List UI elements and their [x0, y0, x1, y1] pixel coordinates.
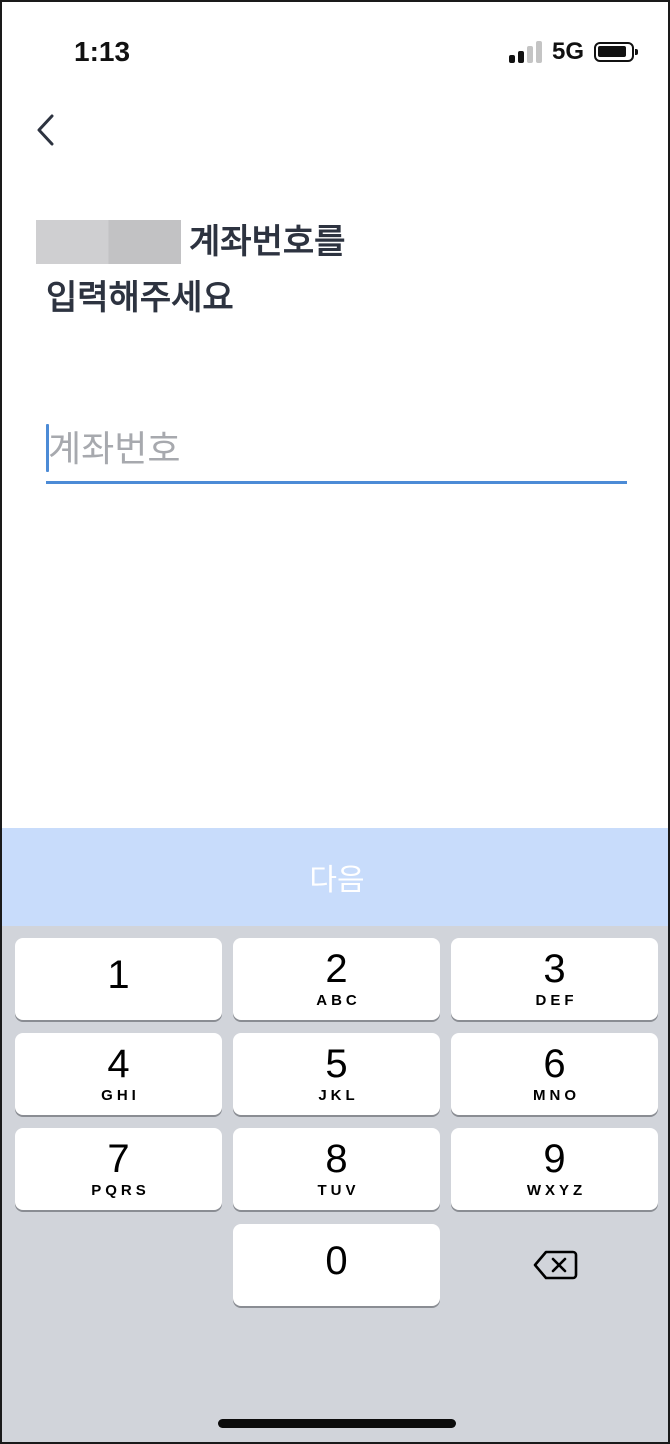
battery-icon — [594, 42, 638, 62]
key-number: 0 — [325, 1239, 348, 1283]
key-letters: PQRS — [91, 1182, 150, 1199]
status-time: 1:13 — [74, 36, 131, 67]
key-3[interactable]: 3 DEF — [451, 938, 658, 1020]
phone-screen: 1:13 5G 계좌번호를 입력해주세요 다음 1 — [0, 0, 670, 1444]
key-2[interactable]: 2 ABC — [233, 938, 440, 1020]
key-number: 3 — [543, 947, 566, 991]
key-4[interactable]: 4 GHI — [15, 1033, 222, 1115]
key-number: 9 — [543, 1137, 566, 1181]
key-6[interactable]: 6 MNO — [451, 1033, 658, 1115]
key-letters: TUV — [317, 1182, 360, 1199]
home-indicator[interactable] — [218, 1419, 456, 1428]
key-letters: WXYZ — [526, 1182, 587, 1199]
key-number: 1 — [107, 953, 130, 997]
key-number: 2 — [325, 947, 348, 991]
status-indicators: 5G — [508, 38, 638, 66]
account-number-input[interactable] — [48, 420, 618, 478]
delete-key[interactable] — [451, 1224, 658, 1306]
redacted-bank-name — [36, 220, 181, 264]
key-8[interactable]: 8 TUV — [233, 1128, 440, 1210]
key-number: 4 — [107, 1042, 130, 1086]
next-button[interactable]: 다음 — [2, 828, 668, 926]
chevron-left-icon — [37, 114, 54, 146]
key-5[interactable]: 5 JKL — [233, 1033, 440, 1115]
back-button[interactable] — [26, 104, 70, 154]
network-type: 5G — [551, 38, 584, 65]
key-number: 6 — [543, 1042, 566, 1086]
page-title: 계좌번호를 입력해주세요 — [36, 214, 636, 326]
key-number: 7 — [107, 1137, 130, 1181]
key-number: 8 — [325, 1137, 348, 1181]
key-number: 5 — [325, 1042, 348, 1086]
key-1[interactable]: 1 — [15, 938, 222, 1020]
key-9[interactable]: 9 WXYZ — [451, 1128, 658, 1210]
backspace-icon — [533, 1250, 577, 1280]
key-letters: MNO — [533, 1087, 580, 1104]
cellular-signal-icon — [508, 41, 542, 63]
numeric-keypad: 1 2 ABC 3 DEF 4 GHI 5 JKL 6 MNO 7 PQRS 8… — [2, 926, 668, 1442]
account-number-field[interactable] — [46, 420, 627, 484]
key-letters: DEF — [535, 992, 578, 1009]
key-0[interactable]: 0 — [233, 1224, 440, 1306]
title-line-2: 입력해주세요 — [46, 278, 234, 318]
title-line-1: 계좌번호를 — [189, 222, 346, 262]
key-letters: GHI — [101, 1087, 140, 1104]
key-letters: ABC — [316, 992, 361, 1009]
key-letters: JKL — [318, 1087, 359, 1104]
key-7[interactable]: 7 PQRS — [15, 1128, 222, 1210]
